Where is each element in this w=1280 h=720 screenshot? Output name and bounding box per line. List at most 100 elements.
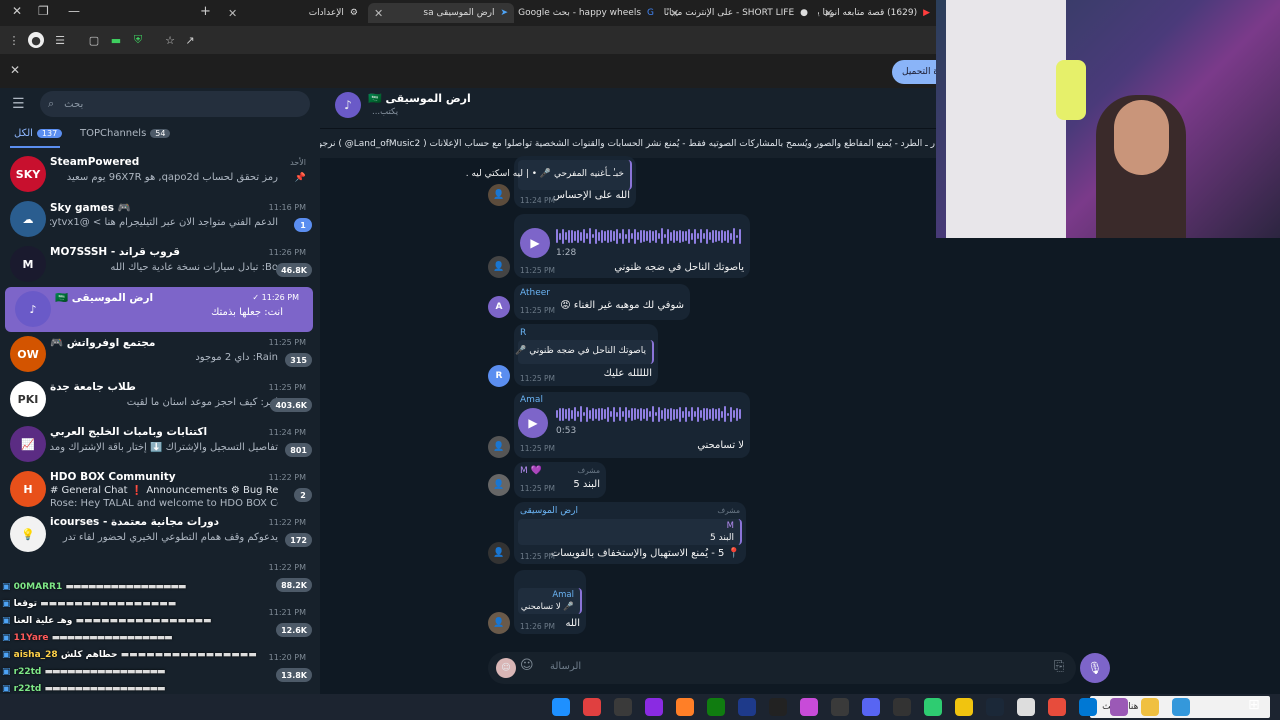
folder-tab-all[interactable]: الكل 137 [14,128,63,139]
chat-time: 11:21 PM [268,608,306,617]
folder-tab-topchannels[interactable]: TOPChannels 54 [80,128,171,139]
chat-name: اكتتابات وبامبات الخليج العربي [50,426,208,438]
voice-record-button[interactable]: 🎙 [1080,653,1110,683]
firefox-icon[interactable] [676,698,694,716]
sender-avatar[interactable]: 👤 [488,474,510,496]
app-icon[interactable] [614,698,632,716]
voice-message-bubble[interactable]: Amal ▶ 0:53 لا تسامحني 11:25 PM [514,392,750,458]
chat-list-item[interactable]: 📈 اكتتابات وبامبات الخليج العربي 11:24 PM ت… [0,422,320,467]
new-tab-button[interactable]: + [200,4,211,19]
chat-list-item[interactable]: ☁ Sky games 🎮 11:16 PM الدعم الفني متواجد ا… [0,197,320,242]
puzzle-icon[interactable]: ▢ [86,32,102,48]
tab-google[interactable]: G happy wheels - بحث Google [518,3,660,23]
message-bubble[interactable]: خبـٰٰ ـأغنيه المفرحي 🎤 • | ليه اسكتي ليه… [466,156,636,208]
chat-list-item[interactable]: ♪ ارض الموسيقى 🇸🇦 ✓ 11:26 PM أنت: جعلها بذم… [5,287,313,332]
chat-list-item[interactable]: H HDO BOX Community 11:22 PM # General Chat… [0,467,320,515]
battery-extension-icon[interactable]: ▬ [108,32,124,48]
shield-icon[interactable]: ⛨ [130,32,146,48]
windows-start-icon[interactable]: ⊞ [1248,697,1260,713]
voice-waveform[interactable] [556,228,741,244]
close-window-icon[interactable]: ✕ [12,4,22,18]
message-bubble[interactable]: Amal 🎤 لا تسامحني الله 11:26 PM [514,570,586,634]
chat-list-item[interactable]: SKY SteamPowered الأحد رمز تحقق لحساب qapo2… [0,152,320,197]
chat-preview: Rose: Hey TALAL and welcome to HDO BOX C… [50,498,278,509]
restore-window-icon[interactable]: ❐ [38,4,49,18]
chat-list-item[interactable]: M MO7SSSH - قروب قراند 11:26 PM Bo: تبادل س… [0,242,320,287]
message-bubble[interactable]: ارض الموسيقى مشرف M البند 5 📍 5 - يُمنع … [514,502,746,564]
app-icon[interactable] [1141,698,1159,716]
message-bubble[interactable]: R ياصوتك الناحل في ضجه ظنوني 🎤 اللللله ع… [514,324,658,386]
sender-avatar[interactable]: R [488,365,510,387]
store-icon[interactable] [645,698,663,716]
chat-time: 11:20 PM [268,653,306,662]
menu-dots-icon[interactable]: ⋮ [6,32,22,48]
unread-badge: 46.8K [276,263,312,277]
windows-taskbar: اكتب هنا للبحث ⌕ ⊞ [0,694,1280,720]
bookmark-star-icon[interactable]: ☆ [162,32,178,48]
chrome-icon[interactable] [552,698,570,716]
sticker-avatar-icon[interactable]: ☺ [496,658,516,678]
hamburger-menu-icon[interactable]: ☰ [12,96,25,112]
app-icon[interactable] [800,698,818,716]
minimize-window-icon[interactable]: — [68,4,80,18]
steam-icon[interactable] [986,698,1004,716]
chat-list-item[interactable]: OW مجتمع اوفرواتش 🎮 11:25 PM Rain: داي 2 مو… [0,332,320,377]
play-icon[interactable]: ▶ [520,228,550,258]
reply-preview[interactable]: خبـٰٰ ـأغنيه المفرحي 🎤 • | ليه اسكتي ليه… [466,160,632,190]
app-icon[interactable] [955,698,973,716]
app-icon[interactable] [1017,698,1035,716]
tab-shortlife[interactable]: ✕ ● SHORT LIFE - على الإنترنت مجانًا [664,3,814,23]
emoji-icon[interactable]: ☺ [520,658,534,673]
message-input[interactable]: الرسالة [550,661,581,672]
voice-message-bubble[interactable]: ▶ 1:28 ياصوتك الناحل في ضجه ظنوني 11:25 … [514,214,750,278]
discord-icon[interactable] [583,698,601,716]
app-icon[interactable] [1048,698,1066,716]
tab-telegram[interactable]: ✕ ➤ ارض الموسيقى sa [368,3,514,23]
app-icon[interactable] [1110,698,1128,716]
group-avatar[interactable]: ♪ [335,92,361,118]
share-icon[interactable]: ↗ [182,32,198,48]
app-icon[interactable] [738,698,756,716]
sender-avatar[interactable]: 👤 [488,612,510,634]
edge-icon[interactable] [1079,698,1097,716]
close-tab-icon[interactable]: ✕ [670,7,679,20]
sender-avatar[interactable]: 👤 [488,436,510,458]
attach-icon[interactable]: ⎘ [1054,659,1064,674]
discord-icon[interactable] [862,698,880,716]
sender-avatar[interactable]: 👤 [488,184,510,206]
app-icon[interactable] [924,698,942,716]
chat-avatar: ☁ [10,201,46,237]
unread-badge: 172 [285,533,312,547]
close-tab-icon[interactable]: ✕ [374,7,383,20]
sender-avatar[interactable]: 👤 [488,256,510,278]
app-icon[interactable] [831,698,849,716]
reload-button[interactable]: إعادة التحميل [892,60,936,84]
close-tab-icon[interactable]: ✕ [824,7,833,20]
tab-youtube[interactable]: ✕ ▶ (1629) قصة متابعه انوها يكرها ل [818,3,936,23]
chat-list-item[interactable]: 💡 icourses - دورات مجانية معتمدة 11:22 PM ي… [0,512,320,557]
chat-avatar: 💡 [10,516,46,552]
profile-avatar[interactable]: ● [28,32,44,48]
extensions-list-icon[interactable]: ☰ [52,32,68,48]
xbox-icon[interactable] [707,698,725,716]
close-infobar-icon[interactable]: ✕ [10,63,20,77]
tab-settings[interactable]: ✕ ⚙ الإعدادات [222,3,364,23]
message-bubble[interactable]: Atheer شوفي لك موهبه غير الغناء 😡 11:25 … [514,284,690,320]
message-bubble[interactable]: M 💜 مشرف البند 5 11:25 PM [514,462,606,498]
sender-avatar[interactable]: 👤 [488,542,510,564]
chat-title[interactable]: ارض الموسيقى 🇸🇦 [368,92,471,105]
play-icon[interactable]: ▶ [518,408,548,438]
close-tab-icon[interactable]: ✕ [228,7,237,20]
reply-preview[interactable]: ياصوتك الناحل في ضجه ظنوني 🎤 [515,340,654,364]
reply-preview[interactable]: Amal 🎤 لا تسامحني [518,588,582,614]
reply-preview[interactable]: M البند 5 [518,519,742,545]
unread-badge: 403.6K [270,398,312,412]
telegram-icon[interactable] [1172,698,1190,716]
badge-icon: ▣ [2,684,14,694]
sender-avatar[interactable]: A [488,296,510,318]
app-icon[interactable] [893,698,911,716]
voice-waveform[interactable] [556,406,741,422]
search-input[interactable]: ⌕ بحث [40,91,310,117]
chat-list-item[interactable]: PKI طلاب جامعة جدة 11:25 PM اثير: كيف احجز … [0,377,320,422]
app-icon[interactable] [769,698,787,716]
